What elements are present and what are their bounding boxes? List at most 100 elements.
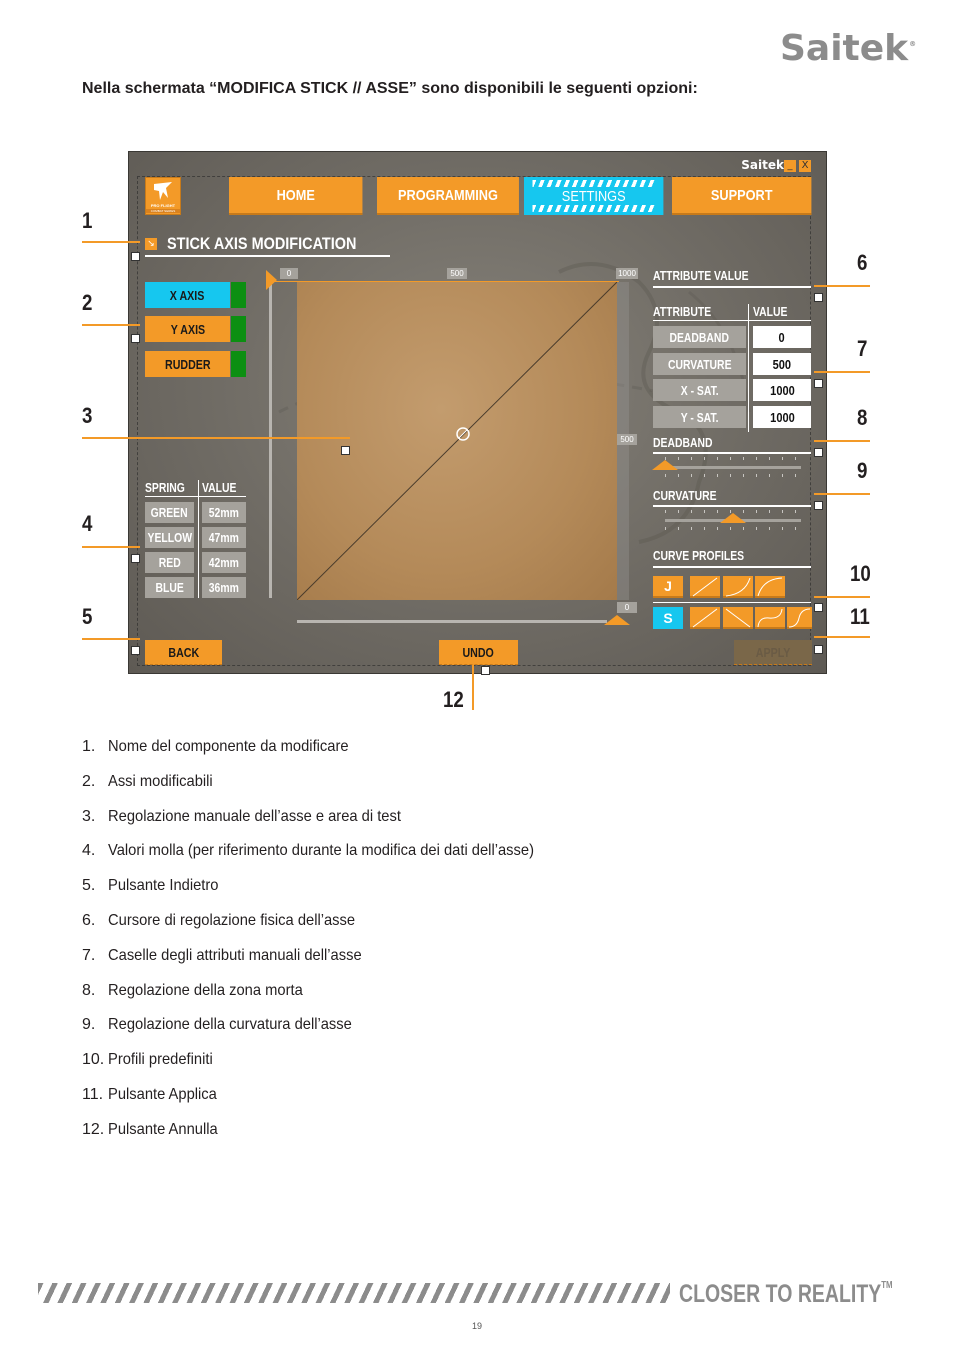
value-col-header: VALUE <box>202 480 237 495</box>
curvature-title: CURVATURE <box>653 488 717 503</box>
response-curve <box>296 281 618 601</box>
exponential-curve-icon <box>725 577 751 597</box>
spring-value: 36mm <box>202 577 246 598</box>
minimize-button[interactable]: _ <box>784 160 796 172</box>
callout-line <box>814 371 870 373</box>
deadband-ticks <box>665 474 801 477</box>
callout-handle <box>814 379 823 388</box>
deadband-slider-thumb[interactable] <box>652 460 678 470</box>
spring-name: BLUE <box>145 577 194 598</box>
callout-handle <box>131 554 140 563</box>
axis-button-rudder[interactable]: RUDDER <box>145 351 246 377</box>
tab-programming-label: PROGRAMMING <box>398 186 498 204</box>
list-item: 1. Nome del componente da modificare <box>82 738 349 755</box>
list-item: 12. Pulsante Annulla <box>82 1120 218 1138</box>
curve-profiles-line <box>653 566 811 568</box>
callout-line <box>814 285 870 287</box>
intro-heading: Nella schermata “MODIFICA STICK // ASSE”… <box>82 80 698 97</box>
list-item: 9. Regolazione della curvatura dell’asse <box>82 1016 352 1034</box>
vertical-slider-track[interactable] <box>269 282 272 598</box>
callout-handle <box>814 293 823 302</box>
page-number: 19 <box>471 1321 482 1331</box>
s-curve-icon <box>757 608 783 628</box>
logarithmic-curve-icon <box>757 577 783 597</box>
spring-value: 52mm <box>202 502 246 523</box>
callout-line <box>82 437 350 439</box>
attribute-name-curvature: CURVATURE <box>653 353 746 375</box>
profile-log-button[interactable] <box>755 576 785 598</box>
callout-number: 2 <box>82 290 93 315</box>
section-title-text: STICK AXIS MODIFICATION <box>167 234 357 253</box>
profile-linear-button[interactable] <box>690 576 720 598</box>
y-sat-value-field[interactable]: 1000 <box>753 406 811 428</box>
curvature-slider-thumb[interactable] <box>720 513 746 523</box>
curve-profiles-title: CURVE PROFILES <box>653 548 745 563</box>
linear-curve-icon <box>692 577 718 597</box>
axis-button-x[interactable]: X AXIS <box>145 282 246 308</box>
tab-settings-label: SETTINGS <box>561 187 626 205</box>
callout-line <box>814 636 870 638</box>
tab-support[interactable]: SUPPORT <box>672 177 812 215</box>
profile-inverted-button[interactable] <box>723 607 753 629</box>
callout-number: 5 <box>82 604 93 629</box>
deadband-value-field[interactable]: 0 <box>753 326 811 348</box>
callout-number: 1 <box>82 208 93 233</box>
profile-steep-s-button[interactable] <box>787 607 812 629</box>
graph-top-line <box>269 281 619 282</box>
back-button[interactable]: BACK <box>145 640 222 665</box>
spring-name: GREEN <box>145 502 194 523</box>
callout-number: 10 <box>850 561 871 586</box>
x-sat-value-field[interactable]: 1000 <box>753 379 811 401</box>
callout-handle <box>814 603 823 612</box>
tab-settings[interactable]: SETTINGS <box>524 177 664 215</box>
close-button[interactable]: X <box>799 160 811 172</box>
steep-s-curve-icon <box>788 608 811 628</box>
profiles-divider <box>653 602 811 603</box>
spring-col-divider <box>198 480 199 598</box>
callout-handle <box>481 666 490 675</box>
profile-scurve-button[interactable] <box>755 607 785 629</box>
apply-button[interactable]: APPLY <box>734 640 812 665</box>
callout-line <box>82 241 140 243</box>
app-brand: Saitek <box>741 158 784 172</box>
spring-name: YELLOW <box>145 527 194 548</box>
axis-status-indicator <box>231 282 246 308</box>
list-item: 7. Caselle degli attributi manuali dell’a… <box>82 946 362 964</box>
saitek-logo: Saitek® <box>780 28 916 69</box>
attribute-col-header: ATTRIBUTE <box>653 304 712 319</box>
axis-label: RUDDER <box>145 351 230 377</box>
brand-text: Saitek <box>780 28 909 69</box>
footer-stripes <box>38 1283 670 1303</box>
callout-handle <box>814 645 823 654</box>
spring-header-line <box>145 496 246 497</box>
section-underline <box>145 255 390 257</box>
profile-s-button[interactable]: S <box>653 607 683 629</box>
callout-number: 12 <box>443 687 464 712</box>
axis-button-y[interactable]: Y AXIS <box>145 316 246 342</box>
curvature-value-field[interactable]: 500 <box>753 353 811 375</box>
top-tick-label: 0 <box>280 268 298 279</box>
horizontal-slider-track[interactable] <box>297 620 607 623</box>
axis-response-graph[interactable] <box>296 281 618 601</box>
tab-home[interactable]: HOME <box>229 177 363 215</box>
profile-exp-button[interactable] <box>723 576 753 598</box>
callout-line <box>814 493 870 495</box>
right-tick-label: 500 <box>617 434 637 445</box>
deadband-slider-track[interactable] <box>665 466 801 469</box>
curvature-line <box>653 505 811 507</box>
callout-number: 11 <box>850 604 870 629</box>
attribute-header-line <box>653 320 811 321</box>
horizontal-slider-handle[interactable] <box>604 615 630 625</box>
registered-mark: ® <box>909 40 917 48</box>
list-item: 8. Regolazione della zona morta <box>82 981 303 999</box>
tab-support-label: SUPPORT <box>710 186 773 204</box>
axis-status-indicator <box>231 351 246 377</box>
top-tick-label: 500 <box>447 268 467 279</box>
undo-button[interactable]: UNDO <box>439 640 518 665</box>
spring-name: RED <box>145 552 194 573</box>
profile-j-button[interactable]: J <box>653 576 683 598</box>
tab-programming[interactable]: PROGRAMMING <box>377 177 519 215</box>
crosshair-icon <box>456 427 470 441</box>
vertical-slider-handle[interactable] <box>266 270 277 290</box>
profile-linear-button[interactable] <box>690 607 720 629</box>
